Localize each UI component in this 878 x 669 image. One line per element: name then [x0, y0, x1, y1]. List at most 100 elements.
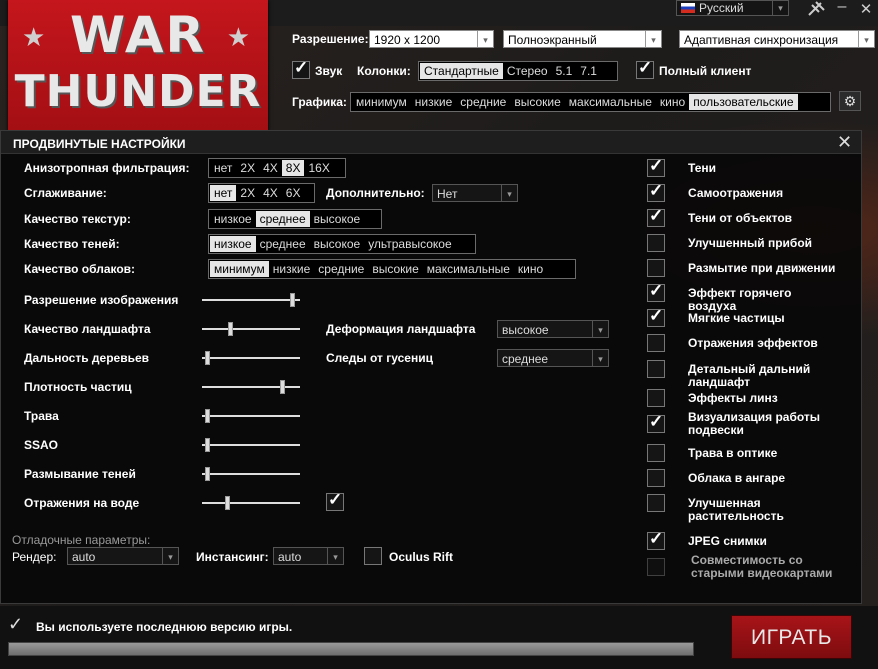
cloud-quality-option[interactable]: максимальные — [423, 261, 514, 277]
shadow-quality-option[interactable]: высокое — [310, 236, 365, 252]
resolution-select[interactable]: 1920 x 1200 ▾ — [369, 30, 494, 48]
terrain-deform-label: Деформация ландшафта — [326, 322, 476, 336]
render-select[interactable]: auto ▾ — [67, 547, 179, 565]
shadow-quality-option[interactable]: низкое — [210, 236, 256, 252]
display-mode-select[interactable]: Полноэкранный ▾ — [503, 30, 662, 48]
quality-slider[interactable] — [202, 380, 300, 394]
toggle-checkbox[interactable] — [647, 529, 665, 550]
slider-handle[interactable] — [225, 496, 230, 510]
toggle-label: Улучшенная растительность — [688, 496, 784, 523]
instancing-select[interactable]: auto ▾ — [273, 547, 344, 565]
cloud-quality-selector[interactable]: минимум низкие средние высокие максимальные к… — [208, 259, 576, 279]
water-reflection-checkbox[interactable] — [326, 490, 344, 511]
tracks-label: Следы от гусениц — [326, 351, 433, 365]
cloud-quality-option[interactable]: минимум — [210, 261, 269, 277]
close-panel-button[interactable]: ✕ — [837, 132, 852, 153]
cloud-quality-option[interactable]: средние — [314, 261, 368, 277]
toggle-checkbox[interactable] — [647, 494, 665, 512]
quality-slider[interactable] — [202, 438, 300, 452]
antialiasing-option[interactable]: 2X — [236, 185, 259, 201]
shadow-quality-option[interactable]: среднее — [256, 236, 310, 252]
slider-label: Отражения на воде — [24, 496, 140, 510]
texture-quality-option[interactable]: среднее — [255, 211, 310, 227]
chevron-down-icon: ▾ — [858, 31, 874, 47]
antialiasing-option[interactable]: 6X — [282, 185, 305, 201]
toggle-checkbox[interactable] — [647, 156, 665, 177]
toggle-checkbox[interactable] — [647, 412, 665, 433]
close-window-button[interactable]: ✕ — [856, 0, 876, 20]
graphics-option[interactable]: кино — [656, 94, 689, 110]
slider-label: Трава — [24, 409, 59, 423]
extra-aa-select[interactable]: Нет ▾ — [432, 184, 518, 202]
texture-quality-option[interactable]: высокое — [310, 211, 365, 227]
slider-label: Размывание теней — [24, 467, 136, 481]
language-select[interactable]: Русский ▾ — [676, 0, 789, 16]
check-icon: ✓ — [8, 614, 24, 634]
texture-quality-selector[interactable]: низкое среднее высокое — [208, 209, 382, 229]
anisotropic-option[interactable]: 4X — [259, 160, 282, 176]
vsync-select[interactable]: Адаптивная синхронизация ▾ — [679, 30, 875, 48]
toggle-checkbox[interactable] — [647, 234, 665, 252]
full-client-checkbox[interactable] — [636, 58, 654, 79]
graphics-option[interactable]: пользовательские — [689, 94, 798, 110]
toggle-checkbox[interactable] — [647, 444, 665, 462]
graphics-option[interactable]: высокие — [510, 94, 564, 110]
play-button[interactable]: ИГРАТЬ — [731, 615, 852, 659]
slider-handle[interactable] — [290, 293, 295, 307]
toggle-checkbox[interactable] — [647, 389, 665, 407]
quality-slider[interactable] — [202, 293, 300, 307]
minimize-button[interactable]: – — [832, 0, 852, 18]
slider-handle[interactable] — [205, 409, 210, 423]
oculus-checkbox[interactable] — [364, 547, 382, 565]
tracks-select[interactable]: среднее ▾ — [497, 349, 609, 367]
antialiasing-option[interactable]: 4X — [259, 185, 282, 201]
graphics-option[interactable]: минимум — [352, 94, 411, 110]
anisotropic-option[interactable]: 16X — [304, 160, 333, 176]
toggle-checkbox[interactable] — [647, 469, 665, 487]
quality-slider[interactable] — [202, 322, 300, 336]
anisotropic-option[interactable]: нет — [210, 160, 236, 176]
toggle-checkbox[interactable] — [647, 306, 665, 327]
texture-quality-option[interactable]: низкое — [210, 211, 256, 227]
cloud-quality-option[interactable]: кино — [514, 261, 547, 277]
toggle-checkbox[interactable] — [647, 360, 665, 378]
cloud-quality-option[interactable]: высокие — [368, 261, 422, 277]
toggle-checkbox[interactable] — [647, 558, 665, 576]
speakers-selector[interactable]: Стандартные Стерео 5.1 7.1 — [418, 61, 618, 81]
toggle-checkbox[interactable] — [647, 181, 665, 202]
anisotropic-option[interactable]: 8X — [281, 160, 305, 176]
antialiasing-selector[interactable]: нет 2X 4X 6X — [208, 183, 315, 203]
speakers-option[interactable]: 5.1 — [552, 63, 577, 79]
anisotropic-option[interactable]: 2X — [236, 160, 259, 176]
speakers-option[interactable]: Стандартные — [420, 63, 503, 79]
gear-icon[interactable]: ⚙ — [839, 91, 861, 111]
slider-handle[interactable] — [280, 380, 285, 394]
toggle-checkbox[interactable] — [647, 334, 665, 352]
sound-checkbox[interactable] — [292, 58, 310, 79]
graphics-option[interactable]: низкие — [411, 94, 456, 110]
graphics-option[interactable]: максимальные — [565, 94, 656, 110]
quality-slider[interactable] — [202, 467, 300, 481]
slider-handle[interactable] — [205, 438, 210, 452]
shadow-quality-option[interactable]: ультравысокое — [364, 236, 455, 252]
slider-handle[interactable] — [228, 322, 233, 336]
speakers-option[interactable]: 7.1 — [576, 63, 601, 79]
terrain-deform-select[interactable]: высокое ▾ — [497, 320, 609, 338]
toggle-checkbox[interactable] — [647, 259, 665, 277]
toggle-checkbox[interactable] — [647, 206, 665, 227]
quality-slider[interactable] — [202, 409, 300, 423]
cloud-quality-option[interactable]: низкие — [269, 261, 314, 277]
quality-slider[interactable] — [202, 496, 300, 510]
shadow-quality-selector[interactable]: низкое среднее высокое ультравысокое — [208, 234, 476, 254]
anisotropic-selector[interactable]: нет 2X 4X 8X 16X — [208, 158, 346, 178]
graphics-option[interactable]: средние — [456, 94, 510, 110]
quality-slider[interactable] — [202, 351, 300, 365]
no-connection-icon[interactable] — [806, 0, 826, 18]
graphics-preset-selector[interactable]: минимум низкие средние высокие максимальные к… — [350, 92, 831, 112]
toggle-checkbox[interactable] — [647, 281, 665, 302]
speakers-option[interactable]: Стерео — [503, 63, 552, 79]
slider-handle[interactable] — [205, 467, 210, 481]
antialiasing-option[interactable]: нет — [210, 185, 237, 201]
slider-label: Качество ландшафта — [24, 322, 151, 336]
slider-handle[interactable] — [205, 351, 210, 365]
